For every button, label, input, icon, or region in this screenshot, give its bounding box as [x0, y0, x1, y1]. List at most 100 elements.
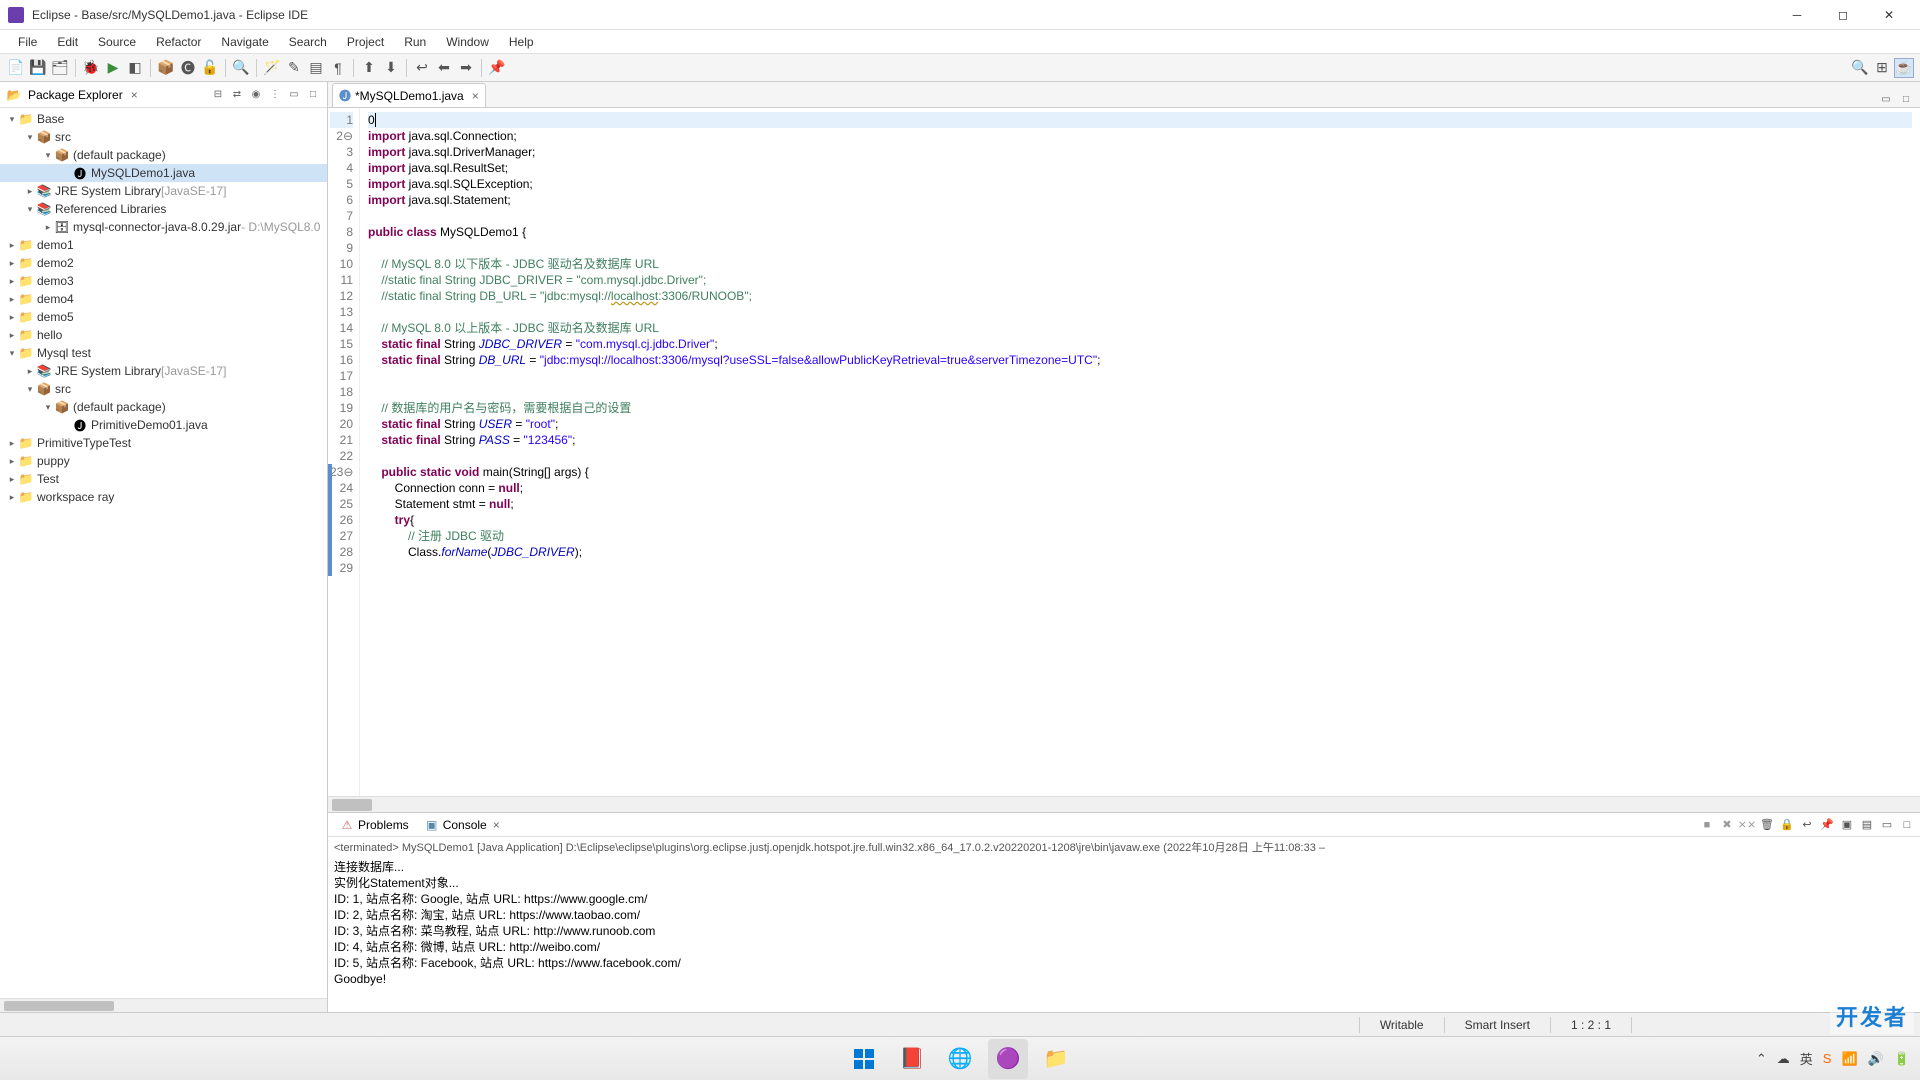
tree-item[interactable]: ▾📦(default package) [0, 398, 327, 416]
tree-item[interactable]: 🅙MySQLDemo1.java [0, 164, 327, 182]
eclipse-task-icon[interactable]: 🟣 [988, 1039, 1028, 1079]
menu-project[interactable]: Project [337, 32, 394, 52]
maximize-editor-icon[interactable]: □ [1898, 91, 1914, 107]
toggle-mark-icon[interactable]: ✎ [284, 58, 304, 78]
menu-navigate[interactable]: Navigate [211, 32, 278, 52]
menu-source[interactable]: Source [88, 32, 146, 52]
scroll-lock-icon[interactable]: 🔒 [1778, 816, 1796, 834]
tree-item[interactable]: ▾📚Referenced Libraries [0, 200, 327, 218]
minimize-view-icon[interactable]: ▭ [286, 87, 302, 103]
project-tree[interactable]: ▾📁Base▾📦src▾📦(default package)🅙MySQLDemo… [0, 108, 327, 998]
maximize-button[interactable]: ◻ [1820, 0, 1866, 30]
code-editor[interactable]: 12⊖34567891011121314151617181920212223⊖2… [328, 108, 1920, 796]
tree-toggle-icon[interactable]: ▸ [6, 438, 18, 449]
tree-toggle-icon[interactable]: ▾ [24, 132, 36, 143]
menu-window[interactable]: Window [436, 32, 499, 52]
editor-hscroll[interactable] [328, 796, 1920, 812]
tree-item[interactable]: ▾📦(default package) [0, 146, 327, 164]
search-icon[interactable]: 🔍 [231, 58, 251, 78]
tree-toggle-icon[interactable]: ▸ [6, 276, 18, 287]
tree-toggle-icon[interactable]: ▾ [6, 348, 18, 359]
minimize-editor-icon[interactable]: ▭ [1878, 91, 1894, 107]
tray-chevron-icon[interactable]: ⌃ [1756, 1051, 1767, 1067]
tree-toggle-icon[interactable]: ▾ [42, 402, 54, 413]
tree-item[interactable]: ▾📁Base [0, 110, 327, 128]
open-type-icon[interactable]: 🔓 [200, 58, 220, 78]
menu-search[interactable]: Search [279, 32, 337, 52]
debug-icon[interactable]: 🐞 [81, 58, 101, 78]
maximize-view-icon[interactable]: □ [305, 87, 321, 103]
code-content[interactable]: 0import java.sql.Connection;import java.… [360, 108, 1920, 796]
tree-item[interactable]: ▸📁demo3 [0, 272, 327, 290]
tree-item[interactable]: ▾📁Mysql test [0, 344, 327, 362]
last-edit-icon[interactable]: ↩ [412, 58, 432, 78]
tree-toggle-icon[interactable]: ▸ [6, 240, 18, 251]
tree-toggle-icon[interactable]: ▸ [24, 186, 36, 197]
min-panel-icon[interactable]: ▭ [1878, 816, 1896, 834]
back-icon[interactable]: ⬅ [434, 58, 454, 78]
close-view-icon[interactable]: × [129, 88, 140, 102]
run-icon[interactable]: ▶ [103, 58, 123, 78]
tree-item[interactable]: ▾📦src [0, 380, 327, 398]
menu-edit[interactable]: Edit [47, 32, 88, 52]
focus-icon[interactable]: ◉ [248, 87, 264, 103]
tree-item[interactable]: ▸📁demo1 [0, 236, 327, 254]
remove-launch-icon[interactable]: ✖ [1718, 816, 1736, 834]
task-app-1[interactable]: 📕 [892, 1039, 932, 1079]
open-perspective-icon[interactable]: ⊞ [1872, 58, 1892, 78]
menu-run[interactable]: Run [394, 32, 436, 52]
tree-toggle-icon[interactable]: ▾ [6, 114, 18, 125]
new-class-icon[interactable]: 🅒 [178, 58, 198, 78]
file-explorer-icon[interactable]: 📁 [1036, 1039, 1076, 1079]
save-all-icon[interactable]: 🗂 [50, 58, 70, 78]
console-output[interactable]: 连接数据库... 实例化Statement对象...ID: 1, 站点名称: G… [328, 857, 1920, 1012]
quick-access-icon[interactable]: 🔍 [1850, 58, 1870, 78]
terminate-icon[interactable]: ■ [1698, 816, 1716, 834]
new-icon[interactable]: 📄 [6, 58, 26, 78]
tree-item[interactable]: ▾📦src [0, 128, 327, 146]
view-menu-icon[interactable]: ⋮ [267, 87, 283, 103]
tree-item[interactable]: ▸📚JRE System Library [JavaSE-17] [0, 362, 327, 380]
tree-item[interactable]: ▸📁demo4 [0, 290, 327, 308]
show-whitespace-icon[interactable]: ¶ [328, 58, 348, 78]
display-console-icon[interactable]: ▣ [1838, 816, 1856, 834]
tree-item[interactable]: ▸📁PrimitiveTypeTest [0, 434, 327, 452]
sogou-ime-icon[interactable]: S [1823, 1051, 1832, 1066]
tree-toggle-icon[interactable]: ▾ [24, 204, 36, 215]
remove-all-icon[interactable]: ⨯⨯ [1738, 816, 1756, 834]
close-console-icon[interactable]: × [491, 818, 502, 832]
menu-help[interactable]: Help [499, 32, 544, 52]
edge-browser-icon[interactable]: 🌐 [940, 1039, 980, 1079]
tree-item[interactable]: ▸🗄mysql-connector-java-8.0.29.jar - D:\M… [0, 218, 327, 236]
prev-annotation-icon[interactable]: ⬆ [359, 58, 379, 78]
ime-indicator[interactable]: 英 [1800, 1049, 1813, 1068]
tree-toggle-icon[interactable]: ▸ [6, 312, 18, 323]
editor-tab-mysqldemo1[interactable]: 🅙 *MySQLDemo1.java × [332, 83, 486, 107]
tree-toggle-icon[interactable]: ▾ [42, 150, 54, 161]
start-button[interactable] [844, 1039, 884, 1079]
tree-item[interactable]: ▸📁demo2 [0, 254, 327, 272]
tree-item[interactable]: ▸📁workspace ray [0, 488, 327, 506]
tree-toggle-icon[interactable]: ▸ [6, 330, 18, 341]
next-annotation-icon[interactable]: ⬇ [381, 58, 401, 78]
open-console-icon[interactable]: ▤ [1858, 816, 1876, 834]
tree-toggle-icon[interactable]: ▸ [6, 492, 18, 503]
tree-toggle-icon[interactable]: ▸ [42, 222, 54, 233]
tree-toggle-icon[interactable]: ▸ [6, 474, 18, 485]
tree-item[interactable]: 🅙PrimitiveDemo01.java [0, 416, 327, 434]
tree-toggle-icon[interactable]: ▸ [6, 258, 18, 269]
tree-item[interactable]: ▸📁demo5 [0, 308, 327, 326]
save-icon[interactable]: 💾 [28, 58, 48, 78]
tree-toggle-icon[interactable]: ▸ [24, 366, 36, 377]
onedrive-icon[interactable]: ☁ [1777, 1051, 1790, 1067]
wifi-icon[interactable]: 📶 [1841, 1051, 1857, 1067]
close-window-button[interactable]: ✕ [1866, 0, 1912, 30]
tree-item[interactable]: ▸📁Test [0, 470, 327, 488]
tree-toggle-icon[interactable]: ▸ [6, 456, 18, 467]
pin-console-icon[interactable]: 📌 [1818, 816, 1836, 834]
minimize-button[interactable]: ─ [1774, 0, 1820, 30]
tree-toggle-icon[interactable]: ▸ [6, 294, 18, 305]
java-perspective-icon[interactable]: ☕ [1894, 58, 1914, 78]
close-tab-icon[interactable]: × [472, 89, 479, 103]
tree-item[interactable]: ▸📁hello [0, 326, 327, 344]
